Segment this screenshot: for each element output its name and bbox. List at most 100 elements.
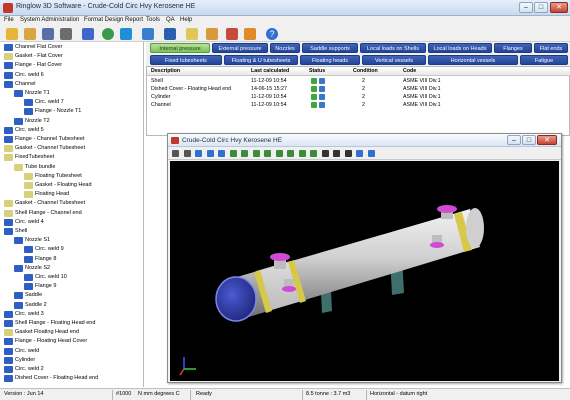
3d-viewer-window[interactable]: Crude-Cold Circ Hvy Kerosene HE – □ ✕ [167,133,562,383]
viewer-maximize-button[interactable]: □ [522,135,536,145]
tab-local-loads-heads[interactable]: Local loads on Heads [428,43,492,53]
tree-item[interactable]: Channel [4,80,36,89]
tab-flanges[interactable]: Flanges [494,43,532,53]
tree-item[interactable]: Flange - Flat Cover [4,61,62,70]
tree-item[interactable]: Channel Flat Cover [4,43,62,52]
tab-vertical-vessels[interactable]: Vertical vessels [362,55,426,65]
tree-item[interactable]: Circ. weld 6 [4,71,44,80]
web-icon[interactable] [82,28,94,40]
cell-description[interactable]: Dished Cover - Floating Head end [151,85,231,93]
menu-system-administration[interactable]: System Administration [20,17,79,23]
column-header-code[interactable]: Code [403,67,416,75]
tree-item[interactable]: Circ. weld 3 [4,310,44,319]
zoom-out-icon[interactable] [183,150,191,157]
view-front-icon[interactable] [241,150,248,157]
tree-item[interactable]: Circ. weld 7 [24,98,64,107]
run-icon[interactable] [142,28,154,40]
viewer-minimize-button[interactable]: – [507,135,521,145]
view-iso-icon[interactable] [264,150,271,157]
cell-code[interactable]: ASME VIII Div.1 [403,77,441,85]
tree-item[interactable]: Gasket - Channel Tubesheet [4,199,85,208]
column-header-last-calculated[interactable]: Last calculated [251,67,289,75]
tree-item[interactable]: Saddle 2 [14,301,47,310]
view-top-icon[interactable] [229,150,237,157]
minimize-button[interactable]: – [519,2,533,13]
tab-nozzles[interactable]: Nozzles [270,43,300,53]
view-side-icon[interactable] [252,150,260,157]
help-icon[interactable]: ? [266,28,278,40]
menu-help[interactable]: Help [180,17,192,23]
menu-qa[interactable]: QA [166,17,175,23]
pan-right-icon[interactable] [206,150,214,157]
tree-item[interactable]: Nozzle T1 [14,89,50,98]
maximize-button[interactable]: □ [534,2,548,13]
filter-icon[interactable] [120,28,132,40]
tab-internal-pressure[interactable]: Internal pressure [150,43,210,53]
refresh-icon[interactable] [102,28,114,40]
tree-item[interactable]: Cylinder [4,356,35,365]
cell-code[interactable]: ASME VIII Div.1 [403,93,441,101]
help-icon[interactable] [367,150,375,157]
tree-item[interactable]: Floating Head [24,190,69,199]
tab-saddle-supports[interactable]: Saddle supports [302,43,358,53]
tree-item[interactable]: Floating Tubesheet [24,172,82,181]
tree-item[interactable]: Gasket Floating Head end [4,328,79,337]
zoom-in-icon[interactable] [172,150,179,157]
print-icon[interactable] [60,28,72,40]
view-right-icon[interactable] [310,150,317,157]
tree-item[interactable]: FixedTubesheet [4,153,54,162]
tools-icon[interactable] [244,28,256,40]
open-icon[interactable] [24,28,36,40]
tree-item[interactable]: Dished Cover - Floating Head end [4,374,98,383]
fit-icon[interactable] [333,150,340,157]
tree-item[interactable]: Saddle [14,291,42,300]
tree-item[interactable]: Shell Flange - Floating Head end [4,319,95,328]
tab-flat-ends[interactable]: Flat ends [534,43,568,53]
tree-item[interactable]: Flange - Channel Tubesheet [4,135,84,144]
cell-last-calculated[interactable]: 11-12-09 10:54 [251,77,287,85]
tree-item[interactable]: Gasket - Channel Tubesheet [4,144,85,153]
viewer-close-button[interactable]: ✕ [537,135,557,145]
cell-description[interactable]: Cylinder [151,93,170,101]
tab-fixed-tubesheets[interactable]: Fixed tubesheets [150,55,222,65]
view-left-icon[interactable] [298,150,306,157]
cell-code[interactable]: ASME VIII Div.1 [403,85,441,93]
column-header-condition[interactable]: Condition [353,67,378,75]
view-bottom-icon[interactable] [287,150,294,157]
folder-open-icon[interactable] [6,28,18,40]
tab-floating-heads[interactable]: Floating heads [300,55,360,65]
tab-external-pressure[interactable]: External pressure [212,43,268,53]
cell-condition[interactable]: 2 [362,85,365,93]
cell-last-calculated[interactable]: 11-12-09 10:54 [251,101,287,109]
menu-tools[interactable]: Tools [146,17,160,23]
cell-condition[interactable]: 2 [362,93,365,101]
view-back-icon[interactable] [275,150,283,157]
tree-item[interactable]: Flange - Nozzle T1 [24,107,81,116]
tree-item[interactable]: Shell Flange - Channel end [4,209,82,218]
tree-item[interactable]: Flange 8 [24,255,56,264]
tree-item[interactable]: Circ. weld 4 [4,218,44,227]
column-header-description[interactable]: Description [151,67,180,75]
menu-file[interactable]: File [4,17,14,23]
tree-item[interactable]: Gasket - Flat Cover [4,52,63,61]
tab-floating-u-tubesheets[interactable]: Floating & U tubesheets [224,55,298,65]
tree-item[interactable]: Nozzle S2 [14,264,50,273]
cell-code[interactable]: ASME VIII Div.1 [403,101,441,109]
tree-item[interactable]: Circ. weld 5 [4,126,44,135]
column-header-status[interactable]: Status [309,67,325,75]
export-icon[interactable] [186,28,198,40]
tree-item[interactable]: Flange - Floating Head Cover [4,337,87,346]
color-icon[interactable] [356,150,363,157]
cell-condition[interactable]: 2 [362,101,365,109]
cell-description[interactable]: Shell [151,77,163,85]
settings-icon[interactable] [226,28,238,40]
cell-condition[interactable]: 2 [362,77,365,85]
tab-fatigue[interactable]: Fatigue [520,55,568,65]
tree-item[interactable]: Circ. weld [4,347,39,356]
cell-last-calculated[interactable]: 14-06-15 15:27 [251,85,287,93]
tree-item[interactable]: Shell [4,227,27,236]
tree-item[interactable]: Nozzle S1 [14,236,50,245]
tab-horizontal-vessels[interactable]: Horizontal vessels [428,55,518,65]
cell-last-calculated[interactable]: 11-12-09 10:54 [251,93,287,101]
report-icon[interactable] [206,28,218,40]
